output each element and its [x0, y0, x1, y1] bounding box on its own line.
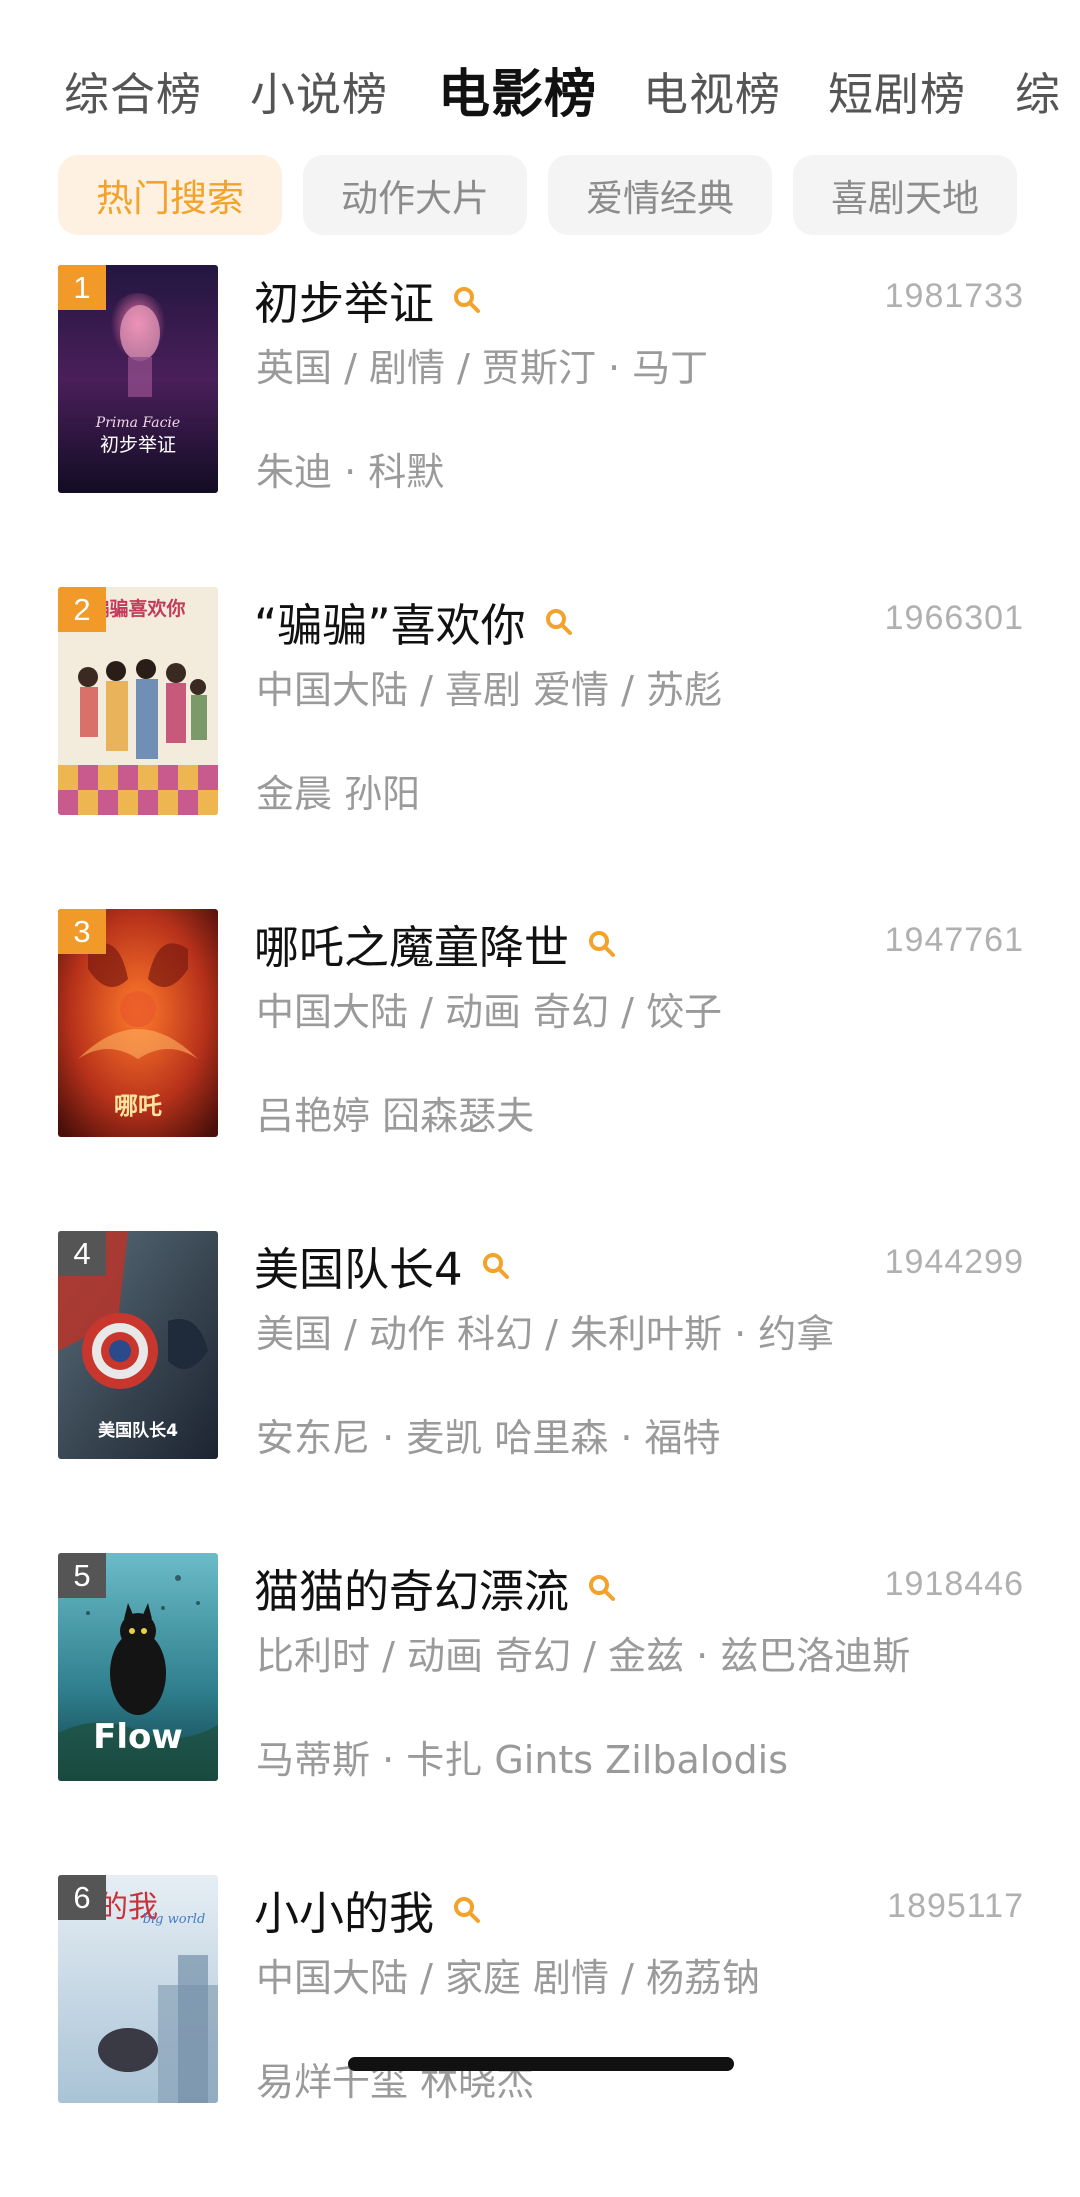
list-item[interactable]: 哪吒 3 哪吒之魔童降世 1947761 中国大陆 / 动画 奇幻 / 饺子 吕… [0, 909, 1080, 1231]
movie-cast: 吕艳婷 囧森瑟夫 [256, 1094, 535, 1138]
filter-chips: 热门搜索 动作大片 爱情经典 喜剧天地 [0, 155, 1080, 237]
list-item[interactable]: 小小的我 big world 6 小小的我 1895117 中国大陆 / 家庭 … [0, 1875, 1080, 2197]
list-item[interactable]: Flow 5 猫猫的奇幻漂流 1918446 比利时 / 动画 奇幻 / 金兹 … [0, 1553, 1080, 1875]
movie-cast: 安东尼 · 麦凯 哈里森 · 福特 [256, 1416, 721, 1460]
movie-title[interactable]: 美国队长4 [254, 1233, 511, 1298]
tab-movie[interactable]: 电影榜 [438, 52, 597, 127]
movie-title[interactable]: 初步举证 [254, 267, 482, 332]
rank-badge: 1 [58, 265, 106, 310]
movie-meta: 比利时 / 动画 奇幻 / 金兹 · 兹巴洛迪斯 [256, 1634, 911, 1678]
movie-title[interactable]: 哪吒之魔童降世 [254, 911, 617, 976]
poster-subtitle: big world [143, 1912, 206, 1927]
search-icon[interactable] [452, 285, 482, 315]
search-count: 1918446 [884, 1565, 1024, 1603]
search-icon[interactable] [481, 1251, 511, 1281]
movie-title-text: “骗骗”喜欢你 [254, 599, 526, 652]
movie-title[interactable]: 猫猫的奇幻漂流 [254, 1555, 617, 1620]
tab-novel[interactable]: 小说榜 [250, 58, 388, 123]
poster-title: 哪吒 [114, 1091, 162, 1120]
search-count: 1947761 [884, 921, 1024, 959]
search-icon[interactable] [587, 929, 617, 959]
movie-poster[interactable]: Flow 5 [58, 1553, 218, 1781]
movie-cast: 马蒂斯 · 卡扎 Gints Zilbalodis [256, 1738, 789, 1782]
poster-title: 美国队长4 [98, 1420, 178, 1441]
chip-action[interactable]: 动作大片 [303, 155, 527, 235]
movie-meta: 中国大陆 / 家庭 剧情 / 杨荔钠 [256, 1956, 761, 2000]
category-tabs: 综合榜 小说榜 电影榜 电视榜 短剧榜 综 [0, 38, 1080, 128]
movie-meta: 中国大陆 / 喜剧 爱情 / 苏彪 [256, 668, 723, 712]
movie-title[interactable]: “骗骗”喜欢你 [254, 589, 574, 654]
movie-poster[interactable]: 骗骗喜欢你 2 [58, 587, 218, 815]
search-icon[interactable] [587, 1573, 617, 1603]
rank-badge: 3 [58, 909, 106, 954]
poster-subtitle: Prima Facie [95, 415, 180, 431]
search-count: 1981733 [884, 277, 1024, 315]
movie-cast: 金晨 孙阳 [256, 772, 421, 816]
movie-title-text: 初步举证 [254, 277, 435, 330]
search-count: 1944299 [884, 1243, 1024, 1281]
movie-meta: 美国 / 动作 科幻 / 朱利叶斯 · 约拿 [256, 1312, 835, 1356]
search-count: 1895117 [887, 1887, 1024, 1925]
rank-badge: 2 [58, 587, 106, 632]
rank-badge: 5 [58, 1553, 106, 1598]
list-item[interactable]: 美国队长4 4 美国队长4 1944299 美国 / 动作 科幻 / 朱利叶斯 … [0, 1231, 1080, 1553]
movie-poster[interactable]: 美国队长4 4 [58, 1231, 218, 1459]
list-item[interactable]: 骗骗喜欢你 2 “骗骗”喜欢你 1966301 中国大陆 / 喜剧 爱情 / 苏… [0, 587, 1080, 909]
search-icon[interactable] [544, 607, 574, 637]
poster-title: Flow [93, 1717, 183, 1757]
movie-meta: 中国大陆 / 动画 奇幻 / 饺子 [256, 990, 723, 1034]
movie-title-text: 猫猫的奇幻漂流 [254, 1565, 570, 1618]
movie-title[interactable]: 小小的我 [254, 1877, 482, 1942]
movie-meta: 英国 / 剧情 / 贾斯汀 · 马丁 [256, 346, 709, 390]
home-indicator[interactable] [348, 2057, 734, 2071]
list-item[interactable]: Prima Facie 初步举证 1 初步举证 1981733 英国 / 剧情 … [0, 265, 1080, 587]
rank-badge: 4 [58, 1231, 106, 1276]
poster-title: 初步举证 [100, 434, 176, 456]
movie-title-text: 美国队长4 [254, 1243, 463, 1296]
chip-hot-search[interactable]: 热门搜索 [58, 155, 282, 235]
movie-poster[interactable]: 小小的我 big world 6 [58, 1875, 218, 2103]
movie-cast: 朱迪 · 科默 [256, 450, 445, 494]
movie-poster[interactable]: 哪吒 3 [58, 909, 218, 1137]
chip-comedy[interactable]: 喜剧天地 [793, 155, 1017, 235]
movie-poster[interactable]: Prima Facie 初步举证 1 [58, 265, 218, 493]
search-count: 1966301 [884, 599, 1024, 637]
movie-title-text: 小小的我 [254, 1887, 435, 1940]
tab-variety-partial[interactable]: 综 [1015, 58, 1061, 123]
movie-title-text: 哪吒之魔童降世 [254, 921, 570, 974]
tab-comprehensive[interactable]: 综合榜 [64, 58, 202, 123]
tab-short-drama[interactable]: 短剧榜 [828, 58, 966, 123]
rank-badge: 6 [58, 1875, 106, 1920]
chip-romance[interactable]: 爱情经典 [548, 155, 772, 235]
search-icon[interactable] [452, 1895, 482, 1925]
tab-tv[interactable]: 电视榜 [643, 58, 781, 123]
